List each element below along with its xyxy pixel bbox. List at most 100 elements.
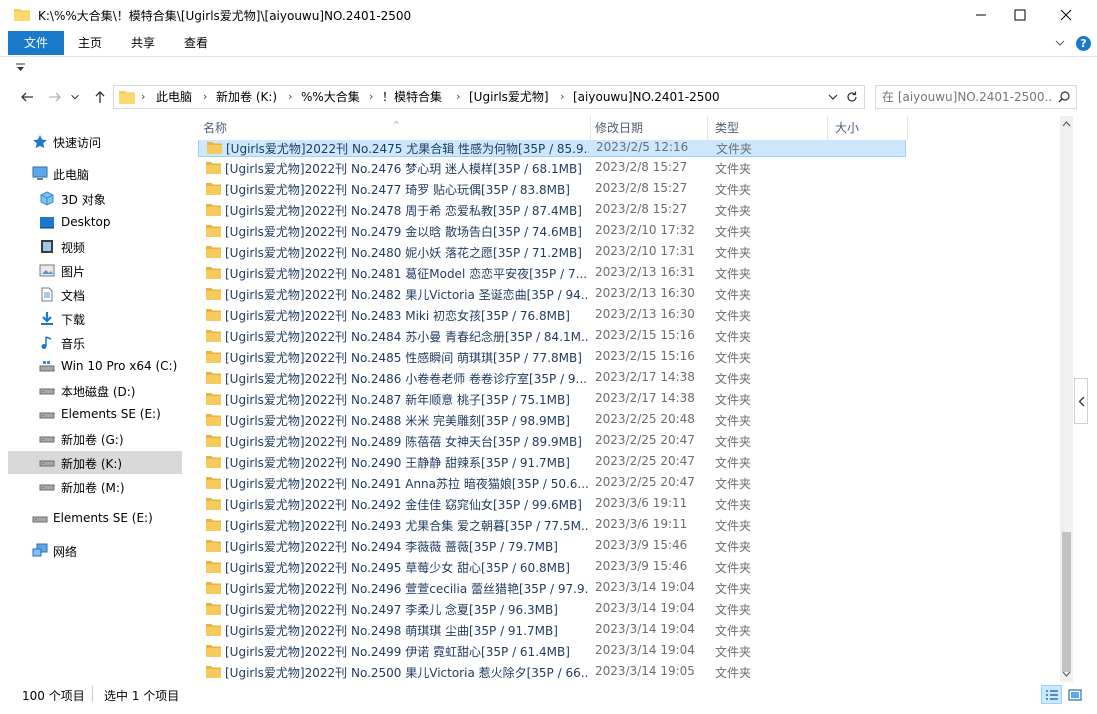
nav-item-quick-access[interactable]: 快速访问 (8, 130, 182, 153)
back-button[interactable] (19, 89, 35, 105)
nav-item-downloads[interactable]: 下载 (8, 307, 182, 330)
breadcrumb-separator[interactable]: › (288, 86, 292, 108)
nav-item-external-e[interactable]: Elements SE (E:) (8, 507, 182, 530)
file-row[interactable]: [Ugirls爱尤物]2022刊 No.2490 王静静 甜辣系[35P / 9… (198, 451, 906, 472)
close-button[interactable] (1043, 0, 1089, 30)
window-bottom-edge (0, 706, 1097, 714)
breadcrumb-separator[interactable]: › (141, 86, 145, 108)
file-row[interactable]: [Ugirls爱尤物]2022刊 No.2497 李柔儿 念夏[35P / 96… (198, 598, 906, 619)
chevron-down-icon[interactable] (1055, 38, 1065, 48)
folder-icon (206, 519, 221, 531)
refresh-icon[interactable] (845, 90, 859, 104)
file-type: 文件夹 (715, 309, 752, 323)
address-bar[interactable]: › 此电脑 › 新加卷 (K:) › %%大合集 › ！模特合集 › [Ugir… (113, 85, 865, 109)
column-header-size[interactable]: 大小 (828, 116, 908, 140)
column-header-name[interactable]: ^ 名称 (196, 116, 591, 140)
file-row[interactable]: [Ugirls爱尤物]2022刊 No.2482 果儿Victoria 圣诞恋曲… (198, 283, 906, 304)
folder-icon (206, 225, 221, 237)
nav-item-pictures[interactable]: 图片 (8, 259, 182, 282)
file-row[interactable]: [Ugirls爱尤物]2022刊 No.2479 金以晗 散场告白[35P / … (198, 220, 906, 241)
customize-toolbar-icon[interactable] (16, 63, 25, 73)
breadcrumb-drive-k[interactable]: 新加卷 (K:) (216, 86, 277, 108)
file-row[interactable]: [Ugirls爱尤物]2022刊 No.2489 陈蓓蓓 女神天台[35P / … (198, 430, 906, 451)
nav-item-this-pc[interactable]: 此电脑 (8, 162, 182, 185)
file-row[interactable]: [Ugirls爱尤物]2022刊 No.2485 性感瞬间 萌琪琪[35P / … (198, 346, 906, 367)
scrollbar-thumb[interactable] (1062, 532, 1071, 672)
file-row[interactable]: [Ugirls爱尤物]2022刊 No.2499 伊诺 霓虹甜心[35P / 6… (198, 640, 906, 661)
breadcrumb-separator[interactable]: › (560, 86, 564, 108)
nav-item-drive-d[interactable]: 本地磁盘 (D:) (8, 379, 182, 402)
preview-pane-toggle[interactable] (1074, 378, 1088, 424)
breadcrumb-models[interactable]: ！模特合集 (382, 86, 442, 108)
help-icon[interactable]: ? (1076, 36, 1091, 51)
large-icons-view-button[interactable] (1064, 685, 1085, 704)
column-header-type[interactable]: 类型 (708, 116, 828, 140)
file-row[interactable]: [Ugirls爱尤物]2022刊 No.2477 琦罗 贴心玩偶[35P / 8… (198, 178, 906, 199)
nav-item-documents[interactable]: 文档 (8, 283, 182, 306)
breadcrumb-separator[interactable]: › (369, 86, 373, 108)
breadcrumb-current[interactable]: [aiyouwu]NO.2401-2500 (573, 86, 720, 108)
scroll-down-icon[interactable] (1062, 669, 1071, 678)
folder-icon (206, 162, 221, 174)
breadcrumb-collection[interactable]: %%大合集 (301, 86, 360, 108)
scroll-up-icon[interactable] (1062, 120, 1071, 129)
file-type: 文件夹 (715, 288, 752, 302)
file-name: [Ugirls爱尤物]2022刊 No.2488 米米 完美雕刻[35P / 9… (225, 414, 570, 428)
details-view-button[interactable] (1041, 685, 1062, 704)
download-icon (41, 312, 53, 325)
drive-icon (39, 460, 55, 467)
breadcrumb-separator[interactable]: › (203, 86, 207, 108)
maximize-button[interactable] (997, 0, 1043, 30)
file-row[interactable]: [Ugirls爱尤物]2022刊 No.2493 尤果合集 爱之朝暮[35P /… (198, 514, 906, 535)
breadcrumb-this-pc[interactable]: 此电脑 (156, 86, 192, 108)
up-button[interactable] (92, 89, 108, 105)
nav-item-music[interactable]: 音乐 (8, 331, 182, 354)
recent-locations-button[interactable] (69, 89, 81, 105)
file-type: 文件夹 (715, 540, 752, 554)
file-row[interactable]: [Ugirls爱尤物]2022刊 No.2487 新年顺意 桃子[35P / 7… (198, 388, 906, 409)
folder-icon (206, 540, 221, 552)
file-row[interactable]: [Ugirls爱尤物]2022刊 No.2492 金佳佳 窈窕仙女[35P / … (198, 493, 906, 514)
nav-item-drive-c[interactable]: Win 10 Pro x64 (C:) (8, 355, 182, 378)
file-row[interactable]: [Ugirls爱尤物]2022刊 No.2476 梦心玥 迷人模样[35P / … (198, 157, 906, 178)
nav-item-desktop[interactable]: Desktop (8, 211, 182, 234)
file-row[interactable]: [Ugirls爱尤物]2022刊 No.2484 苏小曼 青春纪念册[35P /… (198, 325, 906, 346)
nav-item-3d-objects[interactable]: 3D 对象 (8, 187, 182, 210)
file-row[interactable]: [Ugirls爱尤物]2022刊 No.2475 尤果合辑 性感为何物[35P … (198, 140, 906, 157)
nav-item-label: 此电脑 (53, 168, 90, 182)
file-row[interactable]: [Ugirls爱尤物]2022刊 No.2500 果儿Victoria 惹火除夕… (198, 661, 906, 682)
tab-file[interactable]: 文件 (8, 31, 64, 55)
column-header-label: 大小 (835, 121, 860, 135)
tab-home[interactable]: 主页 (66, 30, 114, 56)
chevron-down-icon[interactable] (828, 93, 838, 101)
nav-item-drive-g[interactable]: 新加卷 (G:) (8, 427, 182, 450)
nav-item-drive-k[interactable]: 新加卷 (K:) (8, 451, 182, 474)
file-row[interactable]: [Ugirls爱尤物]2022刊 No.2488 米米 完美雕刻[35P / 9… (198, 409, 906, 430)
file-row[interactable]: [Ugirls爱尤物]2022刊 No.2481 葛征Model 恋恋平安夜[3… (198, 262, 906, 283)
nav-item-network[interactable]: 网络 (8, 539, 182, 562)
breadcrumb-ugirls[interactable]: [Ugirls爱尤物] (469, 86, 549, 108)
file-type: 文件夹 (715, 162, 752, 176)
column-header-date[interactable]: 修改日期 (588, 116, 708, 140)
file-modified-date: 2023/2/25 20:48 (595, 412, 695, 426)
file-row[interactable]: [Ugirls爱尤物]2022刊 No.2496 萱萱cecilia 蕾丝猎艳[… (198, 577, 906, 598)
file-row[interactable]: [Ugirls爱尤物]2022刊 No.2486 小卷卷老师 卷卷诊疗室[35P… (198, 367, 906, 388)
tab-view[interactable]: 查看 (172, 30, 220, 56)
nav-item-drive-e[interactable]: Elements SE (E:) (8, 403, 182, 426)
file-row[interactable]: [Ugirls爱尤物]2022刊 No.2480 妮小妖 落花之愿[35P / … (198, 241, 906, 262)
search-box[interactable] (875, 85, 1077, 109)
file-row[interactable]: [Ugirls爱尤物]2022刊 No.2498 萌琪琪 尘曲[35P / 91… (198, 619, 906, 640)
file-row[interactable]: [Ugirls爱尤物]2022刊 No.2483 Miki 初恋女孩[35P /… (198, 304, 906, 325)
breadcrumb-separator[interactable]: › (456, 86, 460, 108)
forward-button[interactable] (47, 89, 63, 105)
nav-item-drive-m[interactable]: 新加卷 (M:) (8, 475, 182, 498)
file-row[interactable]: [Ugirls爱尤物]2022刊 No.2494 李薇薇 蔷薇[35P / 79… (198, 535, 906, 556)
vertical-scrollbar[interactable] (1060, 116, 1073, 682)
file-row[interactable]: [Ugirls爱尤物]2022刊 No.2495 草莓少女 甜心[35P / 6… (198, 556, 906, 577)
file-row[interactable]: [Ugirls爱尤物]2022刊 No.2478 周于希 恋爱私教[35P / … (198, 199, 906, 220)
tab-share[interactable]: 共享 (118, 30, 168, 56)
search-icon[interactable] (1058, 91, 1070, 103)
nav-item-videos[interactable]: 视频 (8, 235, 182, 258)
search-input[interactable] (882, 88, 1052, 106)
file-row[interactable]: [Ugirls爱尤物]2022刊 No.2491 Anna苏拉 暗夜猫娘[35P… (198, 472, 906, 493)
